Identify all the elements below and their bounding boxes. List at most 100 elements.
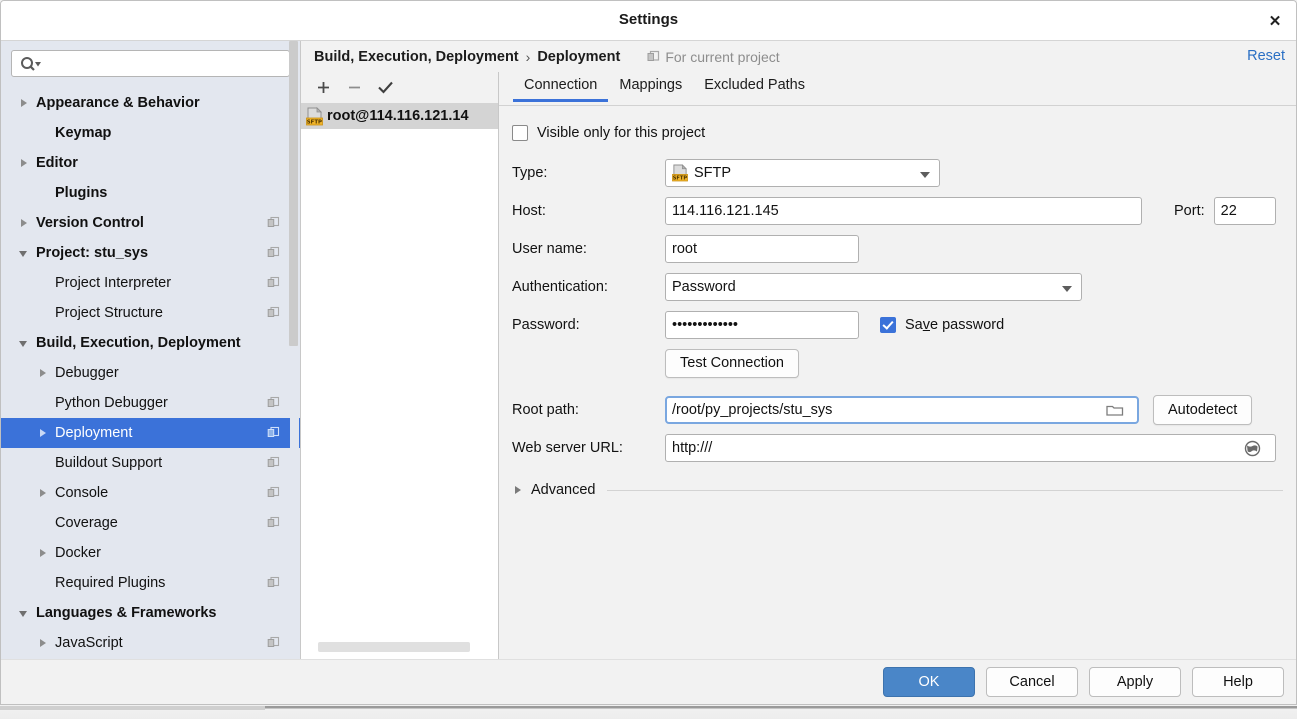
tab-connection[interactable]: Connection xyxy=(513,72,609,102)
username-input[interactable] xyxy=(672,241,852,257)
port-input[interactable] xyxy=(1220,203,1269,219)
sidebar-item-label: JavaScript xyxy=(55,635,123,651)
web-server-url-input[interactable] xyxy=(672,440,1243,456)
web-server-url-field[interactable] xyxy=(665,434,1276,462)
sidebar-item-project-stu-sys[interactable]: Project: stu_sys xyxy=(1,238,300,268)
authentication-label: Authentication: xyxy=(512,279,608,295)
sidebar-item-appearance-behavior[interactable]: Appearance & Behavior xyxy=(1,88,300,118)
autodetect-button[interactable]: Autodetect xyxy=(1153,395,1253,425)
password-field[interactable] xyxy=(665,311,859,339)
breadcrumb-separator: › xyxy=(525,48,531,65)
chevron-down-icon[interactable] xyxy=(18,337,31,350)
set-default-server-button[interactable] xyxy=(372,76,398,100)
test-connection-button[interactable]: Test Connection xyxy=(665,348,799,378)
remove-server-button[interactable] xyxy=(341,76,367,100)
chevron-right-icon[interactable] xyxy=(37,367,50,380)
tab-excluded-paths[interactable]: Excluded Paths xyxy=(693,72,816,102)
visible-only-label[interactable]: Visible only for this project xyxy=(537,125,705,141)
sidebar-item-docker[interactable]: Docker xyxy=(1,538,300,568)
chevron-down-icon xyxy=(920,172,930,178)
host-input[interactable] xyxy=(672,203,1135,219)
server-list-horizontal-scrollbar[interactable] xyxy=(318,642,470,652)
sidebar-scrollbar-thumb[interactable] xyxy=(289,41,298,346)
server-list-panel: SFTP root@114.116.121.14 xyxy=(301,72,499,661)
root-path-input[interactable] xyxy=(672,402,1106,418)
chevron-down-icon[interactable] xyxy=(18,607,31,620)
chevron-right-icon[interactable] xyxy=(37,487,50,500)
save-password-checkbox[interactable] xyxy=(880,317,896,333)
sidebar-item-project-interpreter[interactable]: Project Interpreter xyxy=(1,268,300,298)
sidebar-item-debugger[interactable]: Debugger xyxy=(1,358,300,388)
chevron-right-icon[interactable] xyxy=(18,217,31,230)
web-server-url-label: Web server URL: xyxy=(512,440,623,456)
sidebar-item-label: Keymap xyxy=(55,125,112,141)
chevron-right-icon[interactable] xyxy=(37,547,50,560)
username-field[interactable] xyxy=(665,235,859,263)
chevron-right-icon[interactable] xyxy=(18,157,31,170)
type-select[interactable]: SFTP SFTP xyxy=(665,159,940,187)
chevron-right-icon[interactable] xyxy=(18,97,31,110)
authentication-value: Password xyxy=(672,279,736,295)
project-scope-icon xyxy=(267,246,280,257)
sidebar-item-python-debugger[interactable]: Python Debugger xyxy=(1,388,300,418)
globe-icon[interactable] xyxy=(1243,439,1262,458)
sidebar-item-coverage[interactable]: Coverage xyxy=(1,508,300,538)
sidebar-scrollbar-track[interactable] xyxy=(289,41,299,614)
sidebar-item-javascript[interactable]: JavaScript xyxy=(1,628,300,658)
sidebar-item-label: Coverage xyxy=(55,515,118,531)
apply-button[interactable]: Apply xyxy=(1089,667,1181,697)
sidebar-item-deployment[interactable]: Deployment xyxy=(1,418,300,448)
host-label: Host: xyxy=(512,203,546,219)
ok-button[interactable]: OK xyxy=(883,667,975,697)
sidebar-item-console[interactable]: Console xyxy=(1,478,300,508)
save-password-label-mnemonic: v xyxy=(922,317,930,333)
advanced-section-header[interactable]: Advanced xyxy=(512,482,1296,498)
save-password-label[interactable]: Save password xyxy=(905,317,1004,333)
tab-mappings[interactable]: Mappings xyxy=(608,72,693,102)
visible-only-checkbox[interactable] xyxy=(512,125,528,141)
project-scope-icon xyxy=(267,486,280,497)
advanced-label[interactable]: Advanced xyxy=(531,482,596,498)
close-icon[interactable]: ✕ xyxy=(1262,9,1288,33)
sidebar-item-version-control[interactable]: Version Control xyxy=(1,208,300,238)
reset-link[interactable]: Reset xyxy=(1247,48,1285,64)
search-input[interactable] xyxy=(48,51,252,78)
sidebar-item-label: Project: stu_sys xyxy=(36,245,149,261)
chevron-right-icon[interactable] xyxy=(37,637,50,650)
chevron-right-icon[interactable] xyxy=(512,484,525,497)
host-field[interactable] xyxy=(665,197,1142,225)
browse-folder-icon[interactable] xyxy=(1106,403,1124,418)
sidebar-item-buildout-support[interactable]: Buildout Support xyxy=(1,448,300,478)
cancel-button[interactable]: Cancel xyxy=(986,667,1078,697)
sidebar-item-editor[interactable]: Editor xyxy=(1,148,300,178)
search-box[interactable] xyxy=(11,50,290,78)
advanced-divider xyxy=(606,489,1283,491)
chevron-down-icon xyxy=(1062,286,1072,292)
list-item[interactable]: SFTP root@114.116.121.14 xyxy=(301,103,498,129)
add-server-button[interactable] xyxy=(310,76,336,100)
project-scope-icon xyxy=(267,276,280,287)
list-item-label: root@114.116.121.14 xyxy=(327,108,469,124)
sidebar-item-project-structure[interactable]: Project Structure xyxy=(1,298,300,328)
sidebar-item-required-plugins[interactable]: Required Plugins xyxy=(1,568,300,598)
sidebar-item-languages-frameworks[interactable]: Languages & Frameworks xyxy=(1,598,300,628)
authentication-select[interactable]: Password xyxy=(665,273,1082,301)
sidebar-item-label: Python Debugger xyxy=(55,395,168,411)
sidebar-item-plugins[interactable]: Plugins xyxy=(1,178,300,208)
sidebar-item-build-execution-deployment[interactable]: Build, Execution, Deployment xyxy=(1,328,300,358)
sidebar-item-keymap[interactable]: Keymap xyxy=(1,118,300,148)
breadcrumb-segment-1[interactable]: Build, Execution, Deployment xyxy=(314,49,519,65)
svg-text:SFTP: SFTP xyxy=(307,119,322,125)
sidebar-item-label: Project Interpreter xyxy=(55,275,172,291)
help-button[interactable]: Help xyxy=(1192,667,1284,697)
chevron-down-icon[interactable] xyxy=(18,247,31,260)
password-input[interactable] xyxy=(672,317,852,333)
save-password-label-pre: Sa xyxy=(905,317,923,333)
port-label: Port: xyxy=(1174,203,1205,219)
root-path-field[interactable] xyxy=(665,396,1139,424)
port-field[interactable] xyxy=(1213,197,1276,225)
chevron-right-icon[interactable] xyxy=(37,427,50,440)
